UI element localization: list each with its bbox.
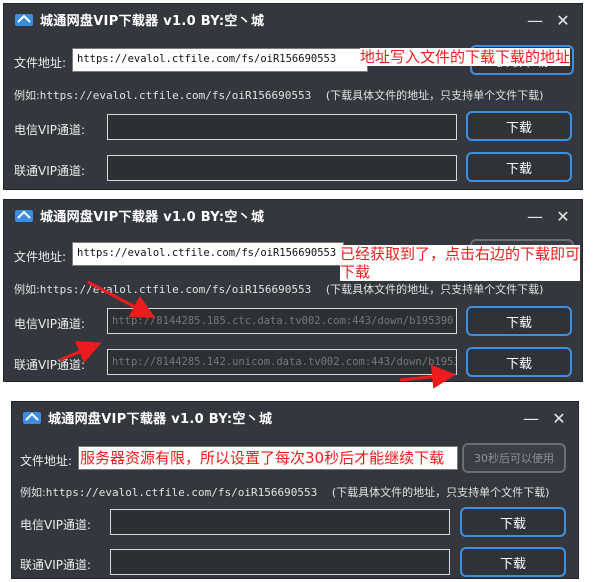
telecom-download-button[interactable]: 下载 bbox=[460, 507, 566, 537]
title-bar[interactable]: 城通网盘VIP下载器 v1.0 BY:空丶城 — ✕ bbox=[4, 200, 582, 230]
minimize-icon[interactable]: — bbox=[524, 205, 546, 227]
telecom-channel-label: 电信VIP通道: bbox=[14, 317, 86, 331]
file-address-label: 文件地址: bbox=[20, 454, 73, 468]
telecom-channel-input[interactable] bbox=[110, 509, 450, 535]
annotation-1: 地址写入文件的下载下载的地址 bbox=[360, 48, 571, 66]
telecom-download-button[interactable]: 下载 bbox=[466, 111, 572, 141]
file-address-input[interactable]: https://evalol.ctfile.com/fs/oiR15669055… bbox=[72, 48, 368, 72]
telecom-download-button[interactable]: 下载 bbox=[466, 306, 572, 336]
annotation-3: 服务器资源有限，所以设置了每次30秒后才能继续下载 bbox=[80, 449, 450, 467]
telecom-channel-label: 电信VIP通道: bbox=[14, 123, 86, 137]
telecom-channel-label: 电信VIP通道: bbox=[20, 518, 92, 532]
fetch-button[interactable]: 30秒后可以使用 bbox=[462, 443, 566, 473]
unicom-channel-label: 联通VIP通道: bbox=[14, 164, 86, 178]
telecom-channel-input[interactable] bbox=[107, 114, 457, 140]
app-cloud-icon bbox=[14, 11, 34, 27]
file-address-label: 文件地址: bbox=[14, 250, 67, 264]
telecom-channel-input[interactable]: http://8144285.185.ctc.data.tv002.com:44… bbox=[107, 308, 457, 334]
unicom-channel-label: 联通VIP通道: bbox=[14, 358, 86, 372]
window-title: 城通网盘VIP下载器 v1.0 BY:空丶城 bbox=[40, 209, 265, 225]
close-icon[interactable]: ✕ bbox=[548, 407, 570, 429]
title-bar[interactable]: 城通网盘VIP下载器 v1.0 BY:空丶城 — ✕ bbox=[12, 402, 578, 432]
window-title: 城通网盘VIP下载器 v1.0 BY:空丶城 bbox=[40, 13, 265, 29]
close-icon[interactable]: ✕ bbox=[552, 9, 574, 31]
downloader-window-2: 城通网盘VIP下载器 v1.0 BY:空丶城 — ✕ 文件地址: https:/… bbox=[3, 199, 583, 382]
example-text: 例如:https://evalol.ctfile.com/fs/oiR15669… bbox=[14, 89, 544, 102]
downloader-window-3: 城通网盘VIP下载器 v1.0 BY:空丶城 — ✕ 文件地址: 30秒后可以使… bbox=[11, 401, 579, 579]
app-cloud-icon bbox=[14, 207, 34, 223]
unicom-download-button[interactable]: 下载 bbox=[460, 547, 566, 577]
unicom-channel-input[interactable] bbox=[110, 549, 450, 575]
example-text: 例如:https://evalol.ctfile.com/fs/oiR15669… bbox=[14, 283, 544, 296]
file-address-input[interactable]: https://evalol.ctfile.com/fs/oiR15669055… bbox=[72, 242, 344, 266]
unicom-channel-label: 联通VIP通道: bbox=[20, 558, 92, 572]
window-title: 城通网盘VIP下载器 v1.0 BY:空丶城 bbox=[48, 411, 273, 427]
close-icon[interactable]: ✕ bbox=[552, 205, 574, 227]
file-address-label: 文件地址: bbox=[14, 56, 67, 70]
unicom-download-button[interactable]: 下载 bbox=[466, 347, 572, 377]
unicom-download-button[interactable]: 下载 bbox=[466, 152, 572, 182]
unicom-channel-input[interactable]: http://8144285.142.unicom.data.tv002.com… bbox=[107, 349, 457, 375]
minimize-icon[interactable]: — bbox=[520, 407, 542, 429]
title-bar[interactable]: 城通网盘VIP下载器 v1.0 BY:空丶城 — ✕ bbox=[4, 4, 582, 34]
annotation-2: 已经获取到了，点击右边的下载即可下载 bbox=[340, 245, 581, 281]
minimize-icon[interactable]: — bbox=[524, 9, 546, 31]
example-text: 例如:https://evalol.ctfile.com/fs/oiR15669… bbox=[20, 486, 550, 499]
app-cloud-icon bbox=[22, 409, 42, 425]
unicom-channel-input[interactable] bbox=[107, 155, 457, 181]
downloader-window-1: 城通网盘VIP下载器 v1.0 BY:空丶城 — ✕ 文件地址: https:/… bbox=[3, 3, 583, 190]
